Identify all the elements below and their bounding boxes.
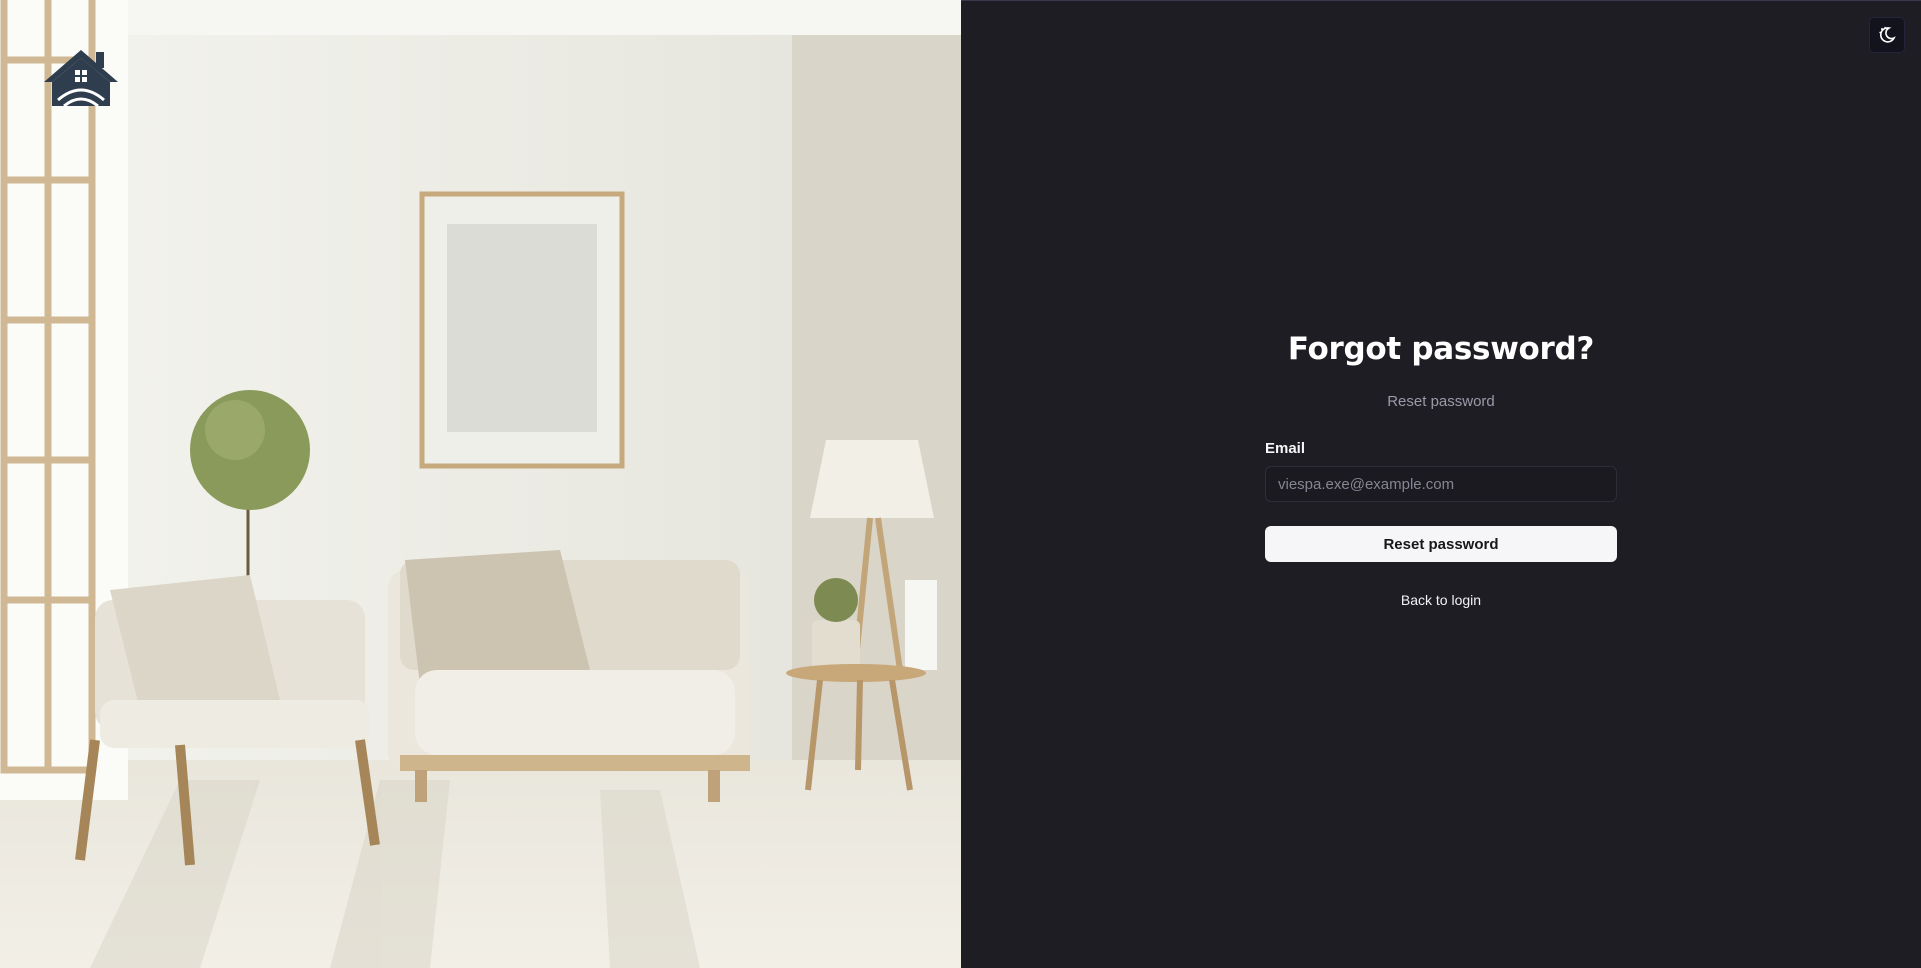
auth-panel: Forgot password? Reset password Email Re… — [961, 0, 1921, 968]
living-room-illustration — [0, 0, 961, 968]
page-title: Forgot password? — [1287, 331, 1595, 367]
theme-toggle-button[interactable] — [1869, 17, 1905, 53]
interior-hero-image — [0, 0, 961, 968]
house-logo-icon — [42, 48, 120, 108]
email-label: Email — [1265, 440, 1306, 457]
back-to-login-link[interactable]: Back to login — [1265, 592, 1617, 608]
moon-stars-icon — [1879, 26, 1896, 43]
forgot-password-form: Forgot password? Reset password Email Re… — [1265, 331, 1617, 608]
email-field[interactable] — [1265, 466, 1617, 502]
reset-password-button[interactable]: Reset password — [1265, 526, 1617, 562]
page-subtitle: Reset password — [1387, 393, 1495, 410]
